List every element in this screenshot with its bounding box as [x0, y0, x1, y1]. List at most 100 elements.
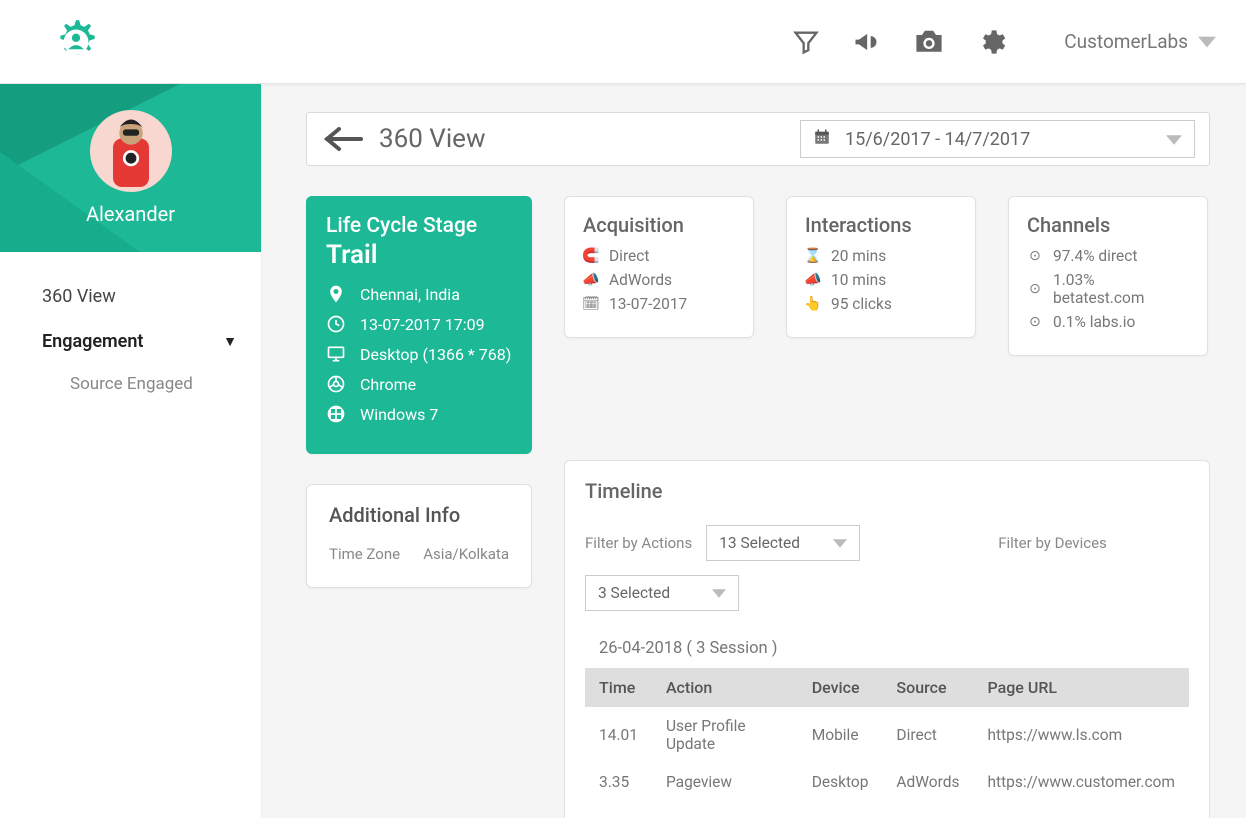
monitor-icon: [326, 344, 346, 364]
back-button[interactable]: [317, 121, 375, 157]
acquisition-item: Direct: [609, 247, 649, 265]
filter-actions-label: Filter by Actions: [585, 534, 692, 552]
session-header: 26-04-2018 ( 3 Session ): [599, 639, 1189, 658]
filter-actions-value: 13 Selected: [719, 534, 800, 552]
sidebar-nav: 360 View Engagement ▼ Source Engaged: [0, 252, 261, 404]
timeline-heading: Timeline: [585, 479, 1189, 503]
caret-down-icon: [712, 584, 726, 602]
date-range-select[interactable]: 15/6/2017 - 14/7/2017: [800, 120, 1195, 158]
cell-url: https://www.customer.com: [973, 763, 1189, 801]
timeline-card: Timeline Filter by Actions 13 Selected F…: [564, 460, 1210, 818]
cell-action: User Profile Update: [652, 707, 798, 763]
caret-down-icon: [1166, 129, 1182, 150]
timeline-table: Time Action Device Source Page URL 14.01…: [585, 668, 1189, 801]
megaphone-icon: 📣: [583, 272, 599, 288]
additional-info-card: Additional Info Time Zone Asia/Kolkata: [306, 484, 532, 588]
additional-heading: Additional Info: [329, 503, 509, 527]
magnet-icon: 🧲: [583, 248, 599, 264]
profile-name: Alexander: [86, 202, 175, 226]
caret-down-icon: [1198, 30, 1216, 53]
topbar-actions: CustomerLabs: [792, 28, 1216, 56]
col-device: Device: [798, 668, 883, 707]
cell-time: 3.35: [585, 763, 652, 801]
cell-source: AdWords: [882, 763, 973, 801]
sidebar-item-360-view[interactable]: 360 View: [0, 274, 261, 319]
lifecycle-datetime: 13-07-2017 17:09: [360, 315, 485, 334]
sidebar-item-engagement[interactable]: Engagement ▼: [0, 319, 261, 364]
channels-heading: Channels: [1027, 213, 1189, 237]
table-row[interactable]: 14.01 User Profile Update Mobile Direct …: [585, 707, 1189, 763]
channels-item: 97.4% direct: [1053, 247, 1137, 265]
lifecycle-location: Chennai, India: [360, 285, 460, 304]
lifecycle-heading: Life Cycle Stage: [326, 214, 512, 238]
interactions-card: Interactions ⌛ 20 mins 📣 10 mins 👆 95 click…: [786, 196, 976, 338]
sidebar-item-label: Engagement: [42, 331, 143, 352]
windows-icon: [326, 404, 346, 424]
gear-person-icon: [50, 16, 102, 68]
table-row[interactable]: 3.35 Pageview Desktop AdWords https://ww…: [585, 763, 1189, 801]
col-source: Source: [882, 668, 973, 707]
sidebar-subitem-source-engaged[interactable]: Source Engaged: [0, 364, 261, 404]
timezone-value: Asia/Kolkata: [423, 545, 509, 563]
filter-actions-select[interactable]: 13 Selected: [706, 525, 860, 561]
timezone-label: Time Zone: [329, 545, 400, 563]
col-time: Time: [585, 668, 652, 707]
account-dropdown[interactable]: CustomerLabs: [1064, 30, 1216, 53]
cell-device: Mobile: [798, 707, 883, 763]
camera-icon[interactable]: [912, 28, 946, 56]
cell-device: Desktop: [798, 763, 883, 801]
cell-time: 14.01: [585, 707, 652, 763]
timeline-filters: Filter by Actions 13 Selected Filter by …: [585, 525, 1189, 611]
megaphone-icon[interactable]: [852, 28, 880, 56]
cell-action: Pageview: [652, 763, 798, 801]
col-action: Action: [652, 668, 798, 707]
date-range-value: 15/6/2017 - 14/7/2017: [845, 129, 1030, 150]
caret-down-icon: ▼: [223, 333, 237, 350]
acquisition-item: AdWords: [609, 271, 672, 289]
title-bar: 360 View 15/6/2017 - 14/7/2017: [306, 112, 1210, 166]
circle-dot-icon: ⊙: [1027, 281, 1043, 297]
summary-cards: Life Cycle Stage Trail Chennai, India 13…: [306, 196, 1210, 454]
avatar: [90, 110, 172, 192]
page-title: 360 View: [379, 124, 486, 154]
cell-source: Direct: [882, 707, 973, 763]
browser-icon: [326, 374, 346, 394]
gear-icon[interactable]: [978, 28, 1006, 56]
lifecycle-stage: Trail: [326, 240, 512, 270]
profile-hero: Alexander: [0, 84, 261, 252]
acquisition-item: 13-07-2017: [609, 295, 687, 313]
acquisition-card: Acquisition 🧲 Direct 📣 AdWords 🗓 13-07-2017: [564, 196, 754, 338]
sidebar-item-label: 360 View: [42, 286, 116, 307]
click-icon: 👆: [805, 296, 821, 312]
channels-item: 1.03% betatest.com: [1053, 271, 1189, 307]
topbar: CustomerLabs: [0, 0, 1246, 84]
clock-icon: [326, 314, 346, 334]
sidebar: Alexander 360 View Engagement ▼ Source E…: [0, 84, 262, 818]
filter-icon[interactable]: [792, 28, 820, 56]
lifecycle-browser: Chrome: [360, 375, 416, 394]
hourglass-icon: ⌛: [805, 248, 821, 264]
circle-dot-icon: ⊙: [1027, 314, 1043, 330]
filter-devices-label: Filter by Devices: [998, 534, 1107, 552]
interactions-item: 20 mins: [831, 247, 886, 265]
sidebar-subitem-label: Source Engaged: [70, 374, 193, 394]
circle-dot-icon: ⊙: [1027, 248, 1043, 264]
lifecycle-os: Windows 7: [360, 405, 438, 424]
app-logo: [50, 16, 102, 68]
caret-down-icon: [833, 534, 847, 552]
calendar-icon: [813, 128, 831, 151]
interactions-heading: Interactions: [805, 213, 957, 237]
interactions-item: 95 clicks: [831, 295, 892, 313]
col-page-url: Page URL: [973, 668, 1189, 707]
acquisition-heading: Acquisition: [583, 213, 735, 237]
lifecycle-device: Desktop (1366 * 768): [360, 345, 511, 364]
channels-card: Channels ⊙ 97.4% direct ⊙ 1.03% betatest.c…: [1008, 196, 1208, 356]
interactions-item: 10 mins: [831, 271, 886, 289]
account-label: CustomerLabs: [1064, 30, 1188, 53]
pin-icon: [326, 284, 346, 304]
calendar-icon: 🗓: [583, 296, 599, 312]
cell-url: https://www.ls.com: [973, 707, 1189, 763]
megaphone-icon: 📣: [805, 272, 821, 288]
filter-devices-select[interactable]: 3 Selected: [585, 575, 739, 611]
filter-devices-value: 3 Selected: [598, 584, 670, 602]
